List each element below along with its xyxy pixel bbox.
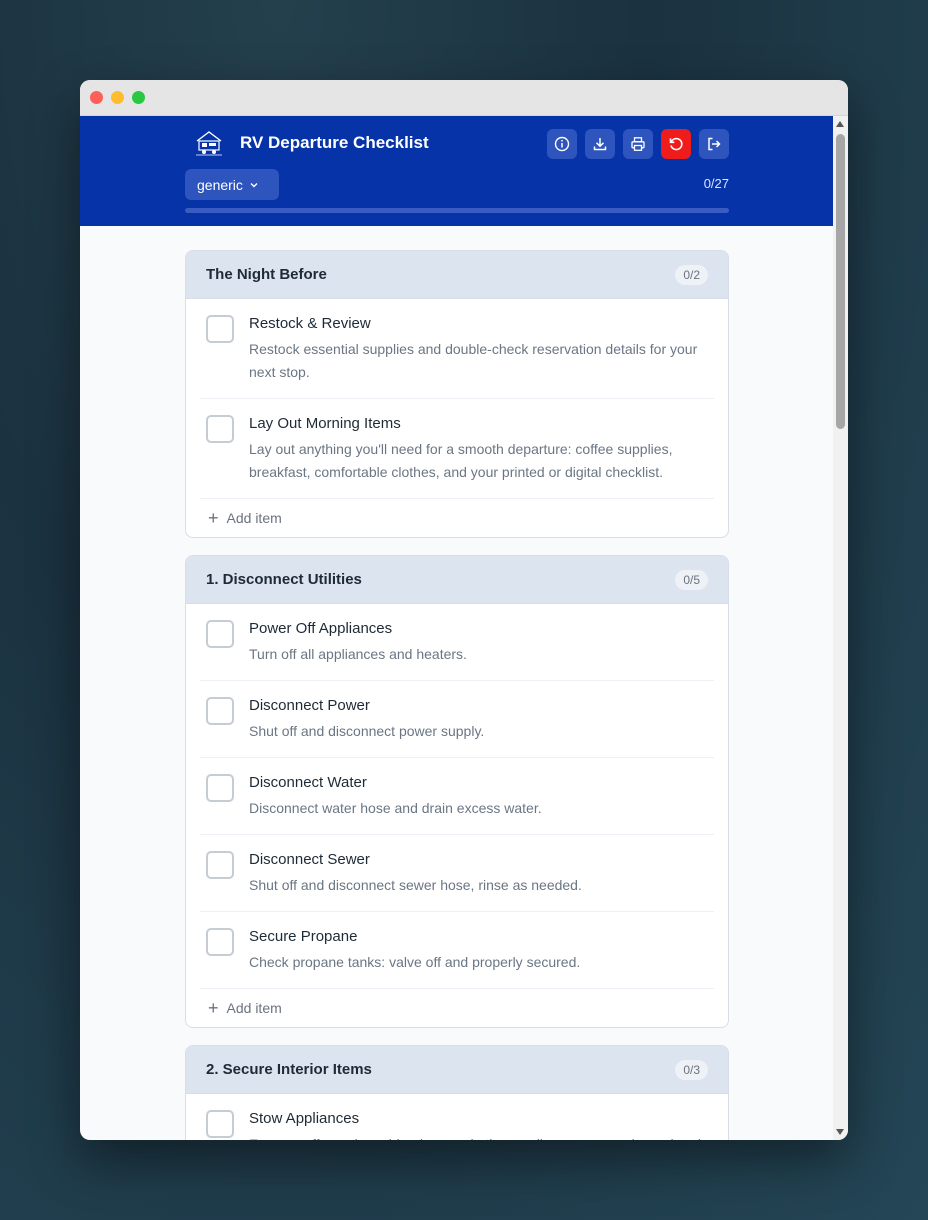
section-items: Restock & Review Restock essential suppl… bbox=[186, 299, 728, 499]
item-description: Shut off and disconnect sewer hose, rins… bbox=[249, 877, 582, 893]
item-description: Shut off and disconnect power supply. bbox=[249, 723, 485, 739]
item-description: Disconnect water hose and drain excess w… bbox=[249, 800, 542, 816]
item-text: Disconnect Water Disconnect water hose a… bbox=[249, 774, 542, 820]
item-checkbox[interactable] bbox=[206, 774, 234, 802]
checklist-item: Disconnect Sewer Shut off and disconnect… bbox=[200, 835, 714, 912]
checklist-section: 2. Secure Interior Items 0/3 Stow Applia… bbox=[185, 1045, 729, 1140]
section-items: Stow Appliances Ensure coffeemakers, ble… bbox=[186, 1094, 728, 1140]
profile-dropdown-label: generic bbox=[197, 176, 243, 193]
logout-icon bbox=[708, 137, 721, 151]
item-title: Restock & Review bbox=[249, 315, 371, 332]
section-header[interactable]: 2. Secure Interior Items 0/3 bbox=[186, 1046, 728, 1094]
section-count-badge: 0/5 bbox=[675, 569, 708, 590]
item-title: Secure Propane bbox=[249, 928, 358, 945]
scroll-down-arrow[interactable] bbox=[836, 1129, 844, 1135]
add-item-label: Add item bbox=[226, 1000, 282, 1016]
item-checkbox[interactable] bbox=[206, 851, 234, 879]
item-description: Check propane tanks: valve off and prope… bbox=[249, 954, 581, 970]
close-window-button[interactable] bbox=[90, 91, 103, 104]
scroll-up-arrow[interactable] bbox=[836, 121, 844, 127]
logout-button[interactable] bbox=[699, 129, 729, 159]
section-title: The Night Before bbox=[206, 266, 327, 283]
print-icon bbox=[631, 137, 645, 151]
download-button[interactable] bbox=[585, 129, 615, 159]
item-checkbox[interactable] bbox=[206, 1110, 234, 1138]
section-header[interactable]: The Night Before 0/2 bbox=[186, 251, 728, 299]
header-toolbar bbox=[547, 129, 729, 159]
plus-icon: + bbox=[208, 998, 219, 1018]
section-count-badge: 0/3 bbox=[675, 1059, 708, 1080]
page-viewport: RV Departure Checklist generic 0/27 The … bbox=[80, 116, 833, 1140]
item-title: Disconnect Sewer bbox=[249, 851, 370, 868]
item-description: Lay out anything you'll need for a smoot… bbox=[249, 441, 673, 480]
info-icon bbox=[554, 136, 570, 152]
info-button[interactable] bbox=[547, 129, 577, 159]
add-item-label: Add item bbox=[226, 510, 282, 526]
profile-dropdown[interactable]: generic bbox=[185, 169, 279, 200]
minimize-window-button[interactable] bbox=[111, 91, 124, 104]
section-header[interactable]: 1. Disconnect Utilities 0/5 bbox=[186, 556, 728, 604]
item-text: Stow Appliances Ensure coffeemakers, ble… bbox=[249, 1110, 708, 1140]
checklist-section: 1. Disconnect Utilities 0/5 Power Off Ap… bbox=[185, 555, 729, 1028]
maximize-window-button[interactable] bbox=[132, 91, 145, 104]
item-text: Power Off Appliances Turn off all applia… bbox=[249, 620, 467, 666]
item-checkbox[interactable] bbox=[206, 620, 234, 648]
item-text: Restock & Review Restock essential suppl… bbox=[249, 315, 708, 384]
reset-icon bbox=[669, 137, 683, 151]
download-icon bbox=[593, 138, 607, 151]
app-title: RV Departure Checklist bbox=[240, 133, 429, 152]
checklist-sections: The Night Before 0/2 Restock & Review Re… bbox=[185, 250, 729, 1140]
item-checkbox[interactable] bbox=[206, 315, 234, 343]
item-checkbox[interactable] bbox=[206, 415, 234, 443]
checklist-section: The Night Before 0/2 Restock & Review Re… bbox=[185, 250, 729, 538]
section-title: 1. Disconnect Utilities bbox=[206, 571, 362, 588]
item-description: Ensure coffeemakers, blenders, and other… bbox=[249, 1133, 708, 1140]
scroll-thumb[interactable] bbox=[836, 134, 845, 429]
checklist-item: Power Off Appliances Turn off all applia… bbox=[200, 604, 714, 681]
checklist-item: Lay Out Morning Items Lay out anything y… bbox=[200, 399, 714, 499]
item-text: Secure Propane Check propane tanks: valv… bbox=[249, 928, 580, 974]
window-titlebar bbox=[80, 80, 848, 116]
item-title: Disconnect Water bbox=[249, 774, 367, 791]
progress-count: 0/27 bbox=[703, 176, 729, 191]
chevron-down-icon bbox=[250, 182, 258, 187]
item-title: Lay Out Morning Items bbox=[249, 415, 401, 432]
item-description: Turn off all appliances and heaters. bbox=[249, 646, 467, 662]
vertical-scrollbar[interactable] bbox=[833, 116, 848, 1140]
item-text: Lay Out Morning Items Lay out anything y… bbox=[249, 415, 708, 484]
reset-button[interactable] bbox=[661, 129, 691, 159]
checklist-item: Disconnect Water Disconnect water hose a… bbox=[200, 758, 714, 835]
item-title: Power Off Appliances bbox=[249, 620, 393, 637]
section-title: 2. Secure Interior Items bbox=[206, 1061, 372, 1078]
item-checkbox[interactable] bbox=[206, 697, 234, 725]
section-items: Power Off Appliances Turn off all applia… bbox=[186, 604, 728, 989]
item-title: Disconnect Power bbox=[249, 697, 370, 714]
item-text: Disconnect Power Shut off and disconnect… bbox=[249, 697, 484, 743]
item-checkbox[interactable] bbox=[206, 928, 234, 956]
item-description: Restock essential supplies and double-ch… bbox=[249, 341, 698, 380]
checklist-item: Stow Appliances Ensure coffeemakers, ble… bbox=[200, 1094, 714, 1140]
print-button[interactable] bbox=[623, 129, 653, 159]
checklist-item: Restock & Review Restock essential suppl… bbox=[200, 299, 714, 399]
app-header: RV Departure Checklist generic 0/27 bbox=[80, 116, 833, 226]
item-text: Disconnect Sewer Shut off and disconnect… bbox=[249, 851, 582, 897]
item-title: Stow Appliances bbox=[249, 1110, 360, 1127]
add-item-button[interactable]: + Add item bbox=[186, 989, 728, 1027]
rv-logo-icon bbox=[196, 131, 222, 156]
section-count-badge: 0/2 bbox=[675, 264, 708, 285]
progress-bar bbox=[185, 208, 729, 213]
app-window: RV Departure Checklist generic 0/27 The … bbox=[80, 80, 848, 1140]
checklist-item: Disconnect Power Shut off and disconnect… bbox=[200, 681, 714, 758]
plus-icon: + bbox=[208, 508, 219, 528]
checklist-item: Secure Propane Check propane tanks: valv… bbox=[200, 912, 714, 989]
add-item-button[interactable]: + Add item bbox=[186, 499, 728, 537]
